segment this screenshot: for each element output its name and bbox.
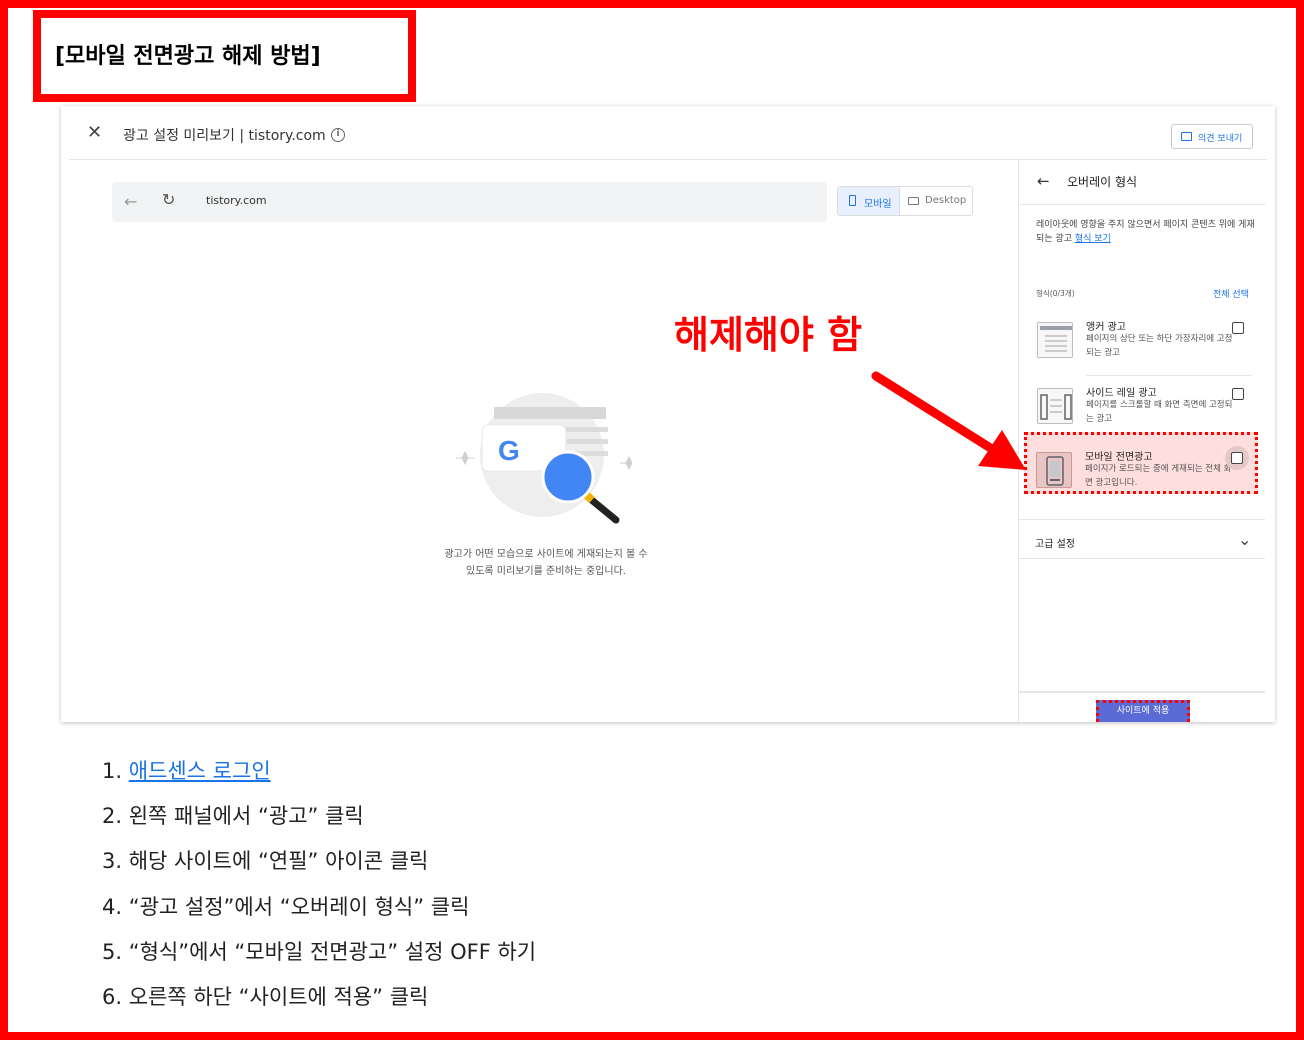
- formats-count-label: 형식(0/3개): [1036, 289, 1075, 298]
- device-toggle: 모바일 Desktop: [837, 186, 973, 216]
- annotation-arrow-icon: [871, 371, 1026, 470]
- step-number: 4.: [102, 894, 129, 919]
- desktop-label: Desktop: [925, 195, 967, 206]
- mobile-interstitial-icon: [1036, 452, 1072, 488]
- browser-back-icon[interactable]: ←: [124, 192, 137, 211]
- send-feedback-button[interactable]: 의견 보내기: [1171, 124, 1253, 149]
- loading-line-2: 있도록 미리보기를 준비하는 중입니다.: [466, 566, 626, 577]
- panel-back-icon[interactable]: ←: [1037, 172, 1050, 190]
- mobile-interstitial-checkbox[interactable]: [1231, 452, 1243, 464]
- step-text: “광고 설정”에서 “오버레이 형식” 클릭: [128, 894, 470, 919]
- step-text: “형식”에서 “모바일 전면광고” 설정 OFF 하기: [128, 939, 537, 964]
- chevron-down-icon: ⌄: [1238, 530, 1252, 549]
- desktop-toggle-button[interactable]: Desktop: [900, 187, 972, 215]
- panel-title: 오버레이 형식: [1067, 175, 1138, 189]
- mobile-label: 모바일: [864, 199, 892, 210]
- doc-title: [모바일 전면광고 해제 방법]: [55, 44, 321, 69]
- feedback-icon: [1181, 132, 1192, 141]
- step-number: 2.: [102, 804, 129, 829]
- step-number: 3.: [102, 849, 129, 874]
- panel-divider: [1018, 519, 1265, 520]
- panel-description: 레이아웃에 영향을 주지 않으면서 페이지 콘텐츠 위에 게재되는 광고 형식 …: [1036, 218, 1261, 246]
- step-item: 4. “광고 설정”에서 “오버레이 형식” 클릭: [102, 892, 536, 937]
- select-all-link[interactable]: 전체 선택: [1213, 287, 1249, 300]
- format-mobile-interstitial-ad[interactable]: 모바일 전면광고 페이지가 로드되는 중에 게재되는 전체 화면 광고입니다.: [1018, 442, 1265, 506]
- feedback-label: 의견 보내기: [1198, 134, 1243, 144]
- anchor-ad-checkbox[interactable]: [1232, 322, 1244, 334]
- step-item: 5. “형식”에서 “모바일 전면광고” 설정 OFF 하기: [102, 937, 536, 982]
- preview-title: 광고 설정 미리보기 | tistory.com: [123, 128, 326, 144]
- format-name: 모바일 전면광고: [1085, 452, 1153, 463]
- adsense-login-link[interactable]: 애드센스 로그인: [129, 759, 271, 783]
- panel-description-text: 레이아웃에 영향을 주지 않으면서 페이지 콘텐츠 위에 게재되는 광고: [1036, 220, 1255, 244]
- phone-icon: [849, 195, 856, 206]
- format-divider: [1086, 375, 1252, 376]
- info-icon[interactable]: i: [331, 128, 345, 142]
- side-rail-ad-checkbox[interactable]: [1232, 388, 1244, 400]
- step-text: 오른쪽 하단 “사이트에 적용” 클릭: [128, 984, 429, 1009]
- browser-url-bar: ← ↻ tistory.com: [112, 182, 827, 222]
- step-item: 1. 애드센스 로그인: [102, 756, 536, 801]
- instruction-steps: 1. 애드센스 로그인 2. 왼쪽 패널에서 “광고” 클릭 3. 해당 사이트…: [102, 756, 536, 1027]
- reload-icon[interactable]: ↻: [162, 190, 175, 209]
- format-name: 사이드 레일 광고: [1086, 388, 1157, 399]
- preview-topbar: ✕ 광고 설정 미리보기 | tistory.com i 의견 보내기: [61, 106, 1275, 160]
- advanced-settings-label: 고급 설정: [1035, 539, 1075, 550]
- step-number: 5.: [102, 939, 129, 964]
- step-number: 1.: [102, 759, 129, 783]
- view-formats-link[interactable]: 형식 보기: [1075, 234, 1111, 244]
- format-anchor-ad[interactable]: 앵커 광고 페이지의 상단 또는 하단 가장자리에 고정되는 광고: [1019, 312, 1266, 376]
- apply-bar-divider: [1018, 691, 1265, 693]
- loading-message: 광고가 어떤 모습으로 사이트에 게재되는지 볼 수 있도록 미리보기를 준비하…: [411, 546, 681, 580]
- apply-to-site-button[interactable]: 사이트에 적용: [1096, 700, 1190, 722]
- format-desc: 페이지를 스크롤할 때 화면 측면에 고정되는 광고: [1086, 400, 1233, 424]
- side-rail-ad-icon: [1037, 388, 1073, 424]
- step-text: 해당 사이트에 “연필” 아이콘 클릭: [128, 849, 429, 874]
- format-desc: 페이지의 상단 또는 하단 가장자리에 고정되는 광고: [1086, 334, 1233, 358]
- annotation-must-disable: 해제해야 함: [674, 313, 863, 357]
- step-item: 3. 해당 사이트에 “연필” 아이콘 클릭: [102, 846, 536, 891]
- monitor-icon: [908, 197, 919, 205]
- panel-divider: [1018, 558, 1265, 559]
- mobile-toggle-button[interactable]: 모바일: [838, 187, 900, 215]
- browser-frame-top: [494, 407, 606, 419]
- anchor-ad-icon: [1037, 322, 1073, 358]
- adsense-preview-screenshot: ✕ 광고 설정 미리보기 | tistory.com i 의견 보내기 ← ↻ …: [61, 106, 1275, 722]
- loading-illustration: G: [456, 393, 632, 524]
- step-item: 2. 왼쪽 패널에서 “광고” 클릭: [102, 801, 536, 846]
- url-text: tistory.com: [206, 194, 267, 207]
- google-logo: G: [498, 435, 520, 466]
- close-icon[interactable]: ✕: [87, 124, 102, 142]
- step-text: 왼쪽 패널에서 “광고” 클릭: [128, 804, 364, 829]
- step-item: 6. 오른쪽 하단 “사이트에 적용” 클릭: [102, 982, 536, 1027]
- panel-divider: [1019, 204, 1266, 205]
- loading-line-1: 광고가 어떤 모습으로 사이트에 게재되는지 볼 수: [444, 549, 648, 560]
- title-box: [모바일 전면광고 해제 방법]: [33, 10, 416, 102]
- format-desc: 페이지가 로드되는 중에 게재되는 전체 화면 광고입니다.: [1085, 464, 1232, 488]
- format-name: 앵커 광고: [1086, 322, 1126, 333]
- advanced-settings-row[interactable]: 고급 설정 ⌄: [1018, 522, 1265, 562]
- step-number: 6.: [102, 984, 129, 1009]
